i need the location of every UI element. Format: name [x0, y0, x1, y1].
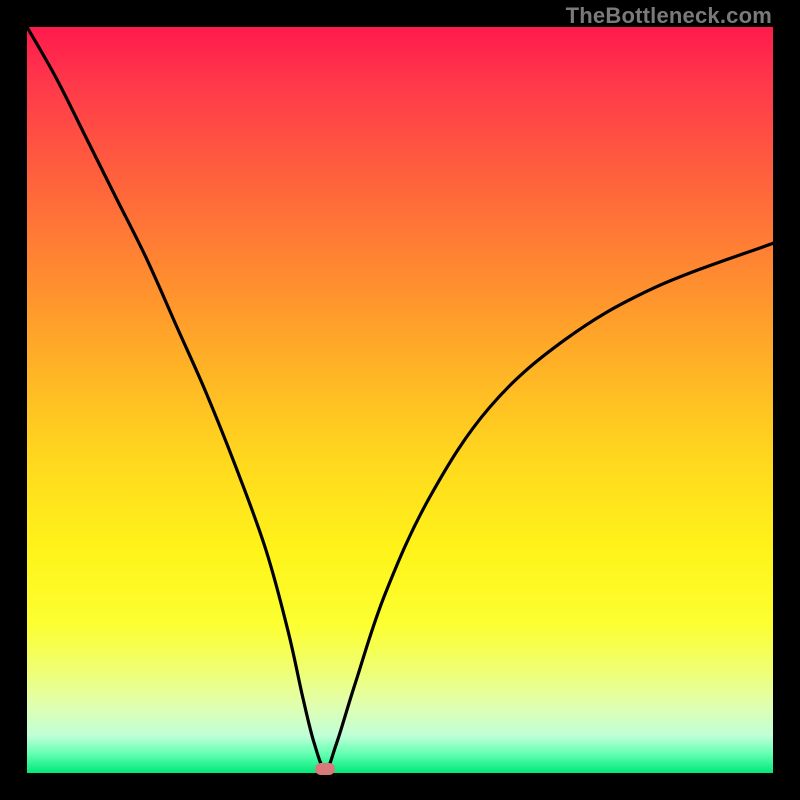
minimum-marker [315, 763, 335, 775]
plot-area [27, 27, 773, 773]
watermark-text: TheBottleneck.com [566, 3, 772, 29]
bottleneck-curve [27, 27, 773, 773]
chart-frame: TheBottleneck.com [0, 0, 800, 800]
